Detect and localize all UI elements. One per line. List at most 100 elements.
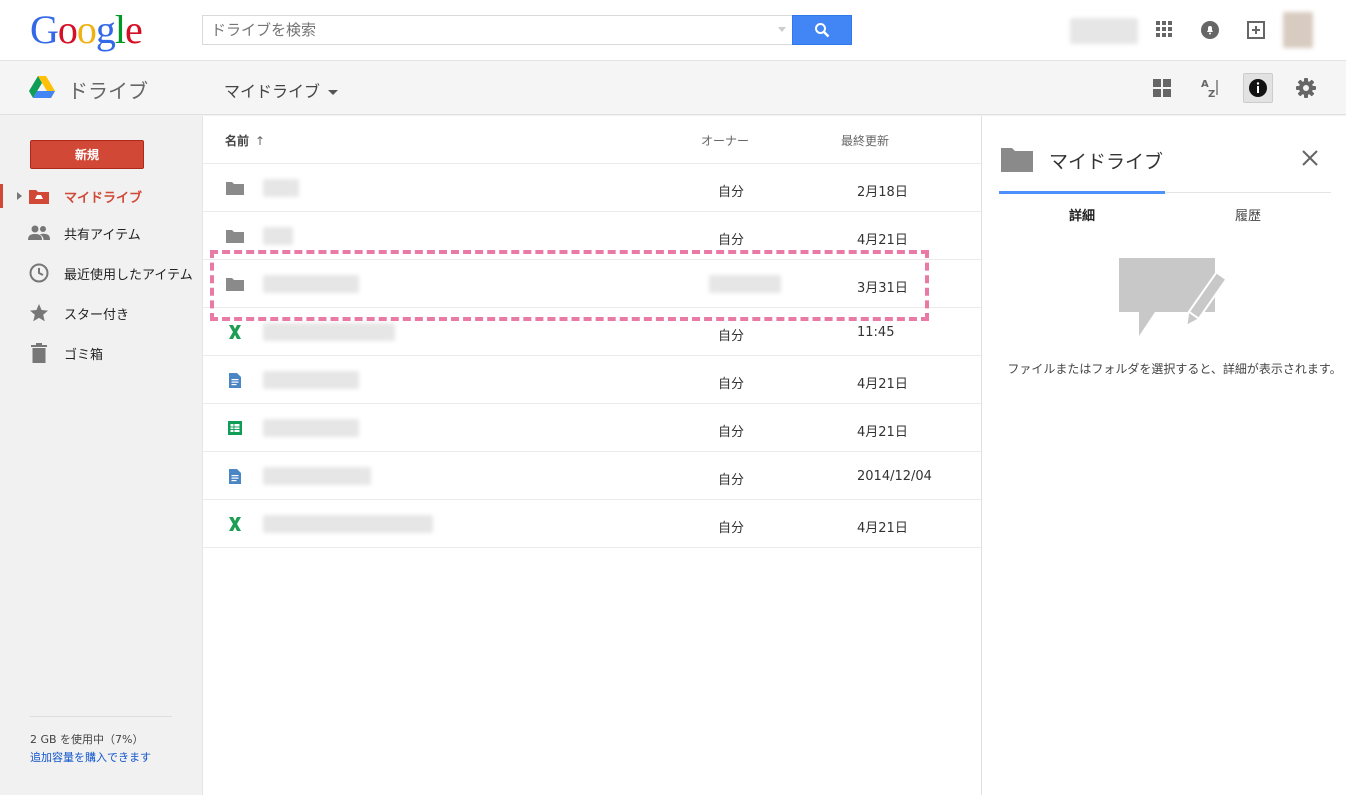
column-header-name[interactable]: 名前 ↑	[225, 132, 265, 149]
file-name[interactable]	[263, 323, 395, 341]
details-tabs: 詳細 履歴	[999, 191, 1331, 232]
buy-storage-link[interactable]: 追加容量を購入できます	[30, 751, 151, 764]
sidebar-item-my-drive[interactable]: マイドライブ	[0, 178, 203, 214]
grid-view-icon	[1153, 79, 1171, 97]
file-name[interactable]	[263, 371, 359, 389]
file-modified: 2月18日	[857, 185, 908, 200]
sort-button[interactable]: A Z	[1195, 73, 1225, 103]
table-row[interactable]: 自分 4月21日	[203, 212, 981, 260]
file-modified: 3月31日	[857, 281, 908, 296]
details-panel: マイドライブ 詳細 履歴 ファイルまたはフォルダを選択すると、詳細が表示されます…	[981, 116, 1346, 795]
file-name[interactable]	[263, 515, 433, 533]
folder-icon	[226, 228, 244, 244]
column-header-owner[interactable]: オーナー	[701, 132, 749, 149]
file-owner: 自分	[718, 329, 745, 344]
drive-toolbar: ドライブ マイドライブ A Z	[0, 61, 1346, 115]
sidebar: 新規 マイドライブ 共有アイテム 最近使用したアイテム スター付き ゴミ箱 2 …	[0, 116, 203, 795]
file-list: 名前 ↑ オーナー 最終更新 自分 2月18日 自分 4月21日 3月31日 自…	[203, 116, 981, 795]
active-tab-indicator	[999, 191, 1165, 194]
sidebar-item-recent[interactable]: 最近使用したアイテム	[0, 255, 203, 291]
file-modified: 11:45	[857, 325, 895, 340]
table-row[interactable]: 自分 11:45	[203, 308, 981, 356]
sidebar-item-starred[interactable]: スター付き	[0, 295, 203, 331]
details-empty-message: ファイルまたはフォルダを選択すると、詳細が表示されます。	[1007, 362, 1342, 376]
document-icon	[226, 372, 244, 388]
info-icon	[1249, 79, 1267, 97]
sort-az-icon: A Z	[1201, 79, 1218, 99]
svg-text:Z: Z	[1208, 89, 1215, 99]
expand-arrow-icon[interactable]	[17, 192, 22, 200]
notifications-icon[interactable]	[1200, 20, 1222, 42]
list-header: 名前 ↑ オーナー 最終更新	[203, 116, 981, 164]
file-modified: 4月21日	[857, 425, 908, 440]
settings-button[interactable]	[1291, 73, 1321, 103]
gear-icon	[1296, 78, 1316, 98]
file-owner	[709, 275, 781, 293]
account-name[interactable]	[1070, 18, 1138, 44]
sidebar-item-shared[interactable]: 共有アイテム	[0, 215, 203, 251]
file-name[interactable]	[263, 275, 359, 293]
file-owner: 自分	[718, 377, 745, 392]
comment-edit-illustration	[1119, 258, 1227, 336]
file-owner: 自分	[718, 521, 745, 536]
folder-icon	[1001, 148, 1033, 172]
sidebar-item-label: スター付き	[64, 307, 130, 323]
active-indicator	[0, 184, 3, 208]
sort-arrow-icon: ↑	[255, 134, 266, 148]
document-icon	[226, 468, 244, 484]
table-row[interactable]: 自分 4月21日	[203, 500, 981, 548]
sidebar-item-label: ゴミ箱	[64, 347, 104, 363]
table-row[interactable]: 自分 2月18日	[203, 164, 981, 212]
google-logo[interactable]: Google	[30, 8, 143, 52]
file-name[interactable]	[263, 227, 293, 245]
new-button[interactable]: 新規	[30, 140, 144, 169]
file-owner: 自分	[718, 233, 745, 248]
details-toggle-button[interactable]	[1243, 73, 1273, 103]
chevron-down-icon	[328, 90, 339, 95]
file-name[interactable]	[263, 467, 371, 485]
table-row[interactable]: 自分 4月21日	[203, 356, 981, 404]
top-bar: Google	[0, 0, 1346, 61]
search-icon	[815, 23, 830, 38]
table-row[interactable]: 自分 4月21日	[203, 404, 981, 452]
storage-info: 2 GB を使用中（7%） 追加容量を購入できます	[30, 716, 172, 767]
app-title[interactable]: ドライブ	[68, 75, 148, 104]
clock-icon	[28, 263, 50, 283]
location-label: マイドライブ	[224, 82, 321, 101]
sidebar-item-label: 共有アイテム	[64, 227, 141, 243]
search-options-icon[interactable]	[778, 27, 786, 32]
sidebar-item-label: 最近使用したアイテム	[64, 267, 193, 283]
share-add-icon[interactable]	[1246, 20, 1268, 42]
drive-folder-icon	[28, 186, 50, 206]
location-dropdown[interactable]: マイドライブ	[224, 78, 339, 102]
drive-logo-icon	[29, 76, 55, 98]
file-name[interactable]	[263, 419, 359, 437]
tab-activity[interactable]: 履歴	[1165, 205, 1331, 224]
file-modified: 4月21日	[857, 521, 908, 536]
avatar[interactable]	[1283, 12, 1313, 48]
excel-file-icon	[226, 516, 244, 532]
apps-icon[interactable]	[1155, 20, 1175, 40]
column-header-name-label: 名前	[225, 134, 250, 148]
table-row[interactable]: 3月31日	[203, 260, 981, 308]
grid-view-button[interactable]	[1147, 73, 1177, 103]
search-input[interactable]	[203, 16, 763, 44]
people-icon	[28, 223, 50, 243]
excel-file-icon	[226, 324, 244, 340]
search-button[interactable]	[792, 15, 852, 45]
table-row[interactable]: 自分 2014/12/04	[203, 452, 981, 500]
storage-usage: 2 GB を使用中（7%）	[30, 733, 144, 746]
column-header-modified[interactable]: 最終更新	[841, 132, 889, 149]
file-owner: 自分	[718, 425, 745, 440]
folder-icon	[226, 276, 244, 292]
trash-icon	[28, 343, 50, 363]
file-owner: 自分	[718, 185, 745, 200]
search-box[interactable]	[202, 15, 792, 45]
sidebar-item-label: マイドライブ	[64, 190, 143, 206]
close-icon[interactable]	[1300, 148, 1320, 168]
folder-icon	[226, 180, 244, 196]
details-title: マイドライブ	[1049, 151, 1164, 173]
file-name[interactable]	[263, 179, 299, 197]
tab-details[interactable]: 詳細	[999, 205, 1165, 224]
sidebar-item-trash[interactable]: ゴミ箱	[0, 335, 203, 371]
